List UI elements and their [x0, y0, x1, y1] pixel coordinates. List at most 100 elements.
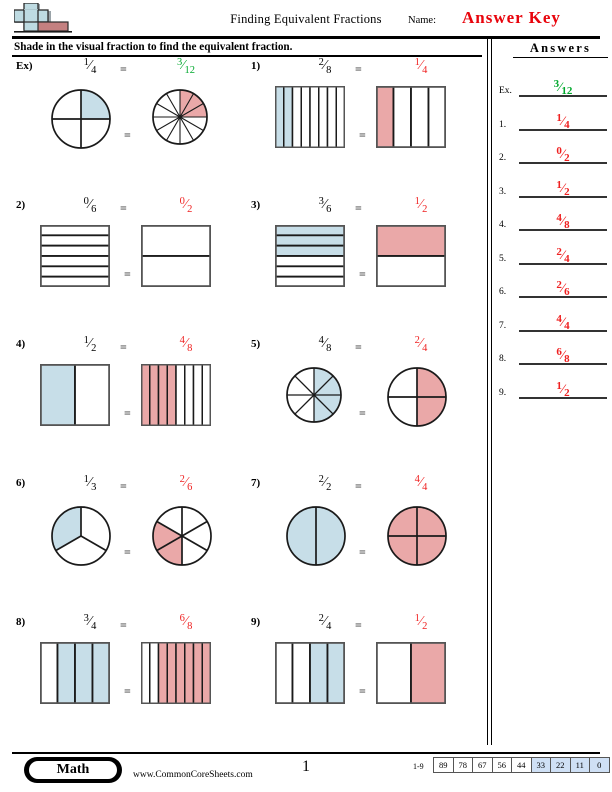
answer-value: 4⁄4 [556, 312, 570, 332]
answer-row-number: 2. [499, 153, 507, 163]
equals-sign-top: = [120, 201, 127, 215]
problem-fraction-right: 0⁄2 [179, 196, 193, 215]
fraction-model-right[interactable] [141, 225, 211, 287]
answer-row: 6. 2⁄6 [499, 264, 609, 298]
fraction-model-right[interactable] [376, 86, 446, 148]
equals-sign-top: = [120, 618, 127, 632]
fraction-model-left[interactable] [275, 225, 345, 287]
fraction-model-left[interactable] [50, 88, 112, 150]
problems-grid: Ex) 1⁄4 = 3⁄12 = 1) 2⁄8 = 1⁄4 = 2) 0⁄6 = 0⁄2 = 3) 3⁄6 = 1⁄… [0, 57, 487, 738]
problem-fraction-left: 4⁄8 [318, 335, 332, 354]
problem-fraction-right: 1⁄2 [414, 196, 428, 215]
problem-number: 7) [251, 477, 261, 489]
fraction-model-right[interactable] [376, 225, 446, 287]
score-cell: 67 [473, 758, 493, 772]
fraction-model-right[interactable] [141, 642, 211, 704]
answer-value: 3⁄12 [553, 78, 573, 97]
fraction-model-right[interactable] [386, 366, 448, 428]
problem-item: 9) 2⁄4 = 1⁄2 = [243, 613, 478, 752]
problem-fraction-right: 6⁄8 [179, 613, 193, 632]
score-cell: 78 [453, 758, 473, 772]
score-cell: 33 [531, 758, 551, 772]
problem-number: 8) [16, 616, 26, 628]
answer-row-number: Ex. [499, 86, 512, 96]
score-cell: 22 [551, 758, 571, 772]
fraction-model-left[interactable] [40, 364, 110, 426]
answers-divider-left [487, 39, 489, 745]
instructions-divider [12, 55, 482, 57]
answer-row: 3. 1⁄2 [499, 164, 609, 198]
answers-panel: Answers Ex. 3⁄12 1. 1⁄4 2. 0⁄2 3. 1⁄2 4. 4⁄8 5. 2⁄4… [487, 39, 612, 745]
answer-row-number: 6. [499, 287, 507, 297]
fraction-model-left[interactable] [50, 505, 112, 567]
fraction-model-left[interactable] [40, 225, 110, 287]
equals-sign-top: = [355, 62, 362, 76]
answer-value: 1⁄4 [556, 111, 570, 131]
equals-sign-middle: = [124, 545, 131, 559]
answer-blank-line [519, 396, 607, 399]
score-cell: 0 [590, 758, 609, 772]
problem-number: 5) [251, 338, 261, 350]
problem-item: 4) 1⁄2 = 4⁄8 = [8, 335, 243, 474]
score-cell: 44 [512, 758, 532, 772]
fraction-model-left[interactable] [285, 505, 347, 567]
equals-sign-top: = [355, 618, 362, 632]
answer-row: 4. 4⁄8 [499, 197, 609, 231]
fraction-model-right[interactable] [386, 505, 448, 567]
fraction-model-left[interactable] [40, 642, 110, 704]
answer-value: 1⁄2 [556, 379, 570, 399]
fraction-model-right[interactable] [151, 505, 213, 567]
name-label: Name: [408, 15, 436, 26]
problem-item: 8) 3⁄4 = 6⁄8 = [8, 613, 243, 752]
fraction-model-right[interactable] [376, 642, 446, 704]
problem-item: 3) 3⁄6 = 1⁄2 = [243, 196, 478, 335]
fraction-model-right[interactable] [141, 364, 211, 426]
answer-row: Ex. 3⁄12 [499, 63, 609, 97]
footer-divider [12, 752, 600, 754]
fraction-model-right[interactable] [151, 88, 209, 146]
answer-row: 9. 1⁄2 [499, 365, 609, 399]
fraction-model-left[interactable] [275, 86, 345, 148]
answer-row-number: 5. [499, 253, 507, 264]
answer-row: 7. 4⁄4 [499, 298, 609, 332]
problem-fraction-right: 1⁄4 [414, 57, 428, 76]
answer-row-number: 8. [499, 354, 507, 364]
fraction-model-left[interactable] [275, 642, 345, 704]
problem-fraction-left: 2⁄2 [318, 474, 332, 493]
problem-fraction-left: 0⁄6 [83, 196, 97, 215]
problem-number: 9) [251, 616, 261, 628]
problem-fraction-right: 2⁄6 [179, 474, 193, 493]
equals-sign-top: = [120, 62, 127, 76]
problem-item: 1) 2⁄8 = 1⁄4 = [243, 57, 478, 196]
problem-number: 2) [16, 199, 26, 211]
problem-number: Ex) [16, 60, 33, 72]
equals-sign-top: = [355, 340, 362, 354]
problem-fraction-left: 2⁄8 [318, 57, 332, 76]
equals-sign-middle: = [359, 406, 366, 420]
page-header: Finding Equivalent Fractions Name: Answe… [0, 0, 612, 40]
problem-fraction-right: 3⁄12 [176, 57, 196, 76]
answer-row-number: 1. [499, 119, 507, 130]
answers-heading: Answers [513, 41, 608, 58]
answers-divider-right [491, 39, 493, 745]
answer-row: 2. 0⁄2 [499, 130, 609, 164]
problem-fraction-left: 2⁄4 [318, 613, 332, 632]
answer-row: 5. 2⁄4 [499, 231, 609, 265]
equals-sign-middle: = [124, 267, 131, 281]
problem-fraction-right: 2⁄4 [414, 335, 428, 354]
problem-fraction-left: 1⁄4 [83, 57, 97, 76]
equals-sign-middle: = [124, 684, 131, 698]
problem-fraction-right: 4⁄8 [179, 335, 193, 354]
problem-item: 5) 4⁄8 = 2⁄4 = [243, 335, 478, 474]
problem-fraction-left: 3⁄6 [318, 196, 332, 215]
problem-item: 7) 2⁄2 = 4⁄4 = [243, 474, 478, 613]
problem-fraction-left: 1⁄3 [83, 474, 97, 493]
equals-sign-top: = [355, 201, 362, 215]
problem-number: 6) [16, 477, 26, 489]
answer-key-label: Answer Key [462, 8, 561, 27]
score-range-label: 1-9 [413, 762, 424, 771]
fraction-model-left[interactable] [285, 366, 343, 424]
equals-sign-top: = [120, 479, 127, 493]
instructions-text: Shade in the visual fraction to find the… [14, 41, 293, 53]
answer-value: 2⁄4 [556, 245, 570, 265]
